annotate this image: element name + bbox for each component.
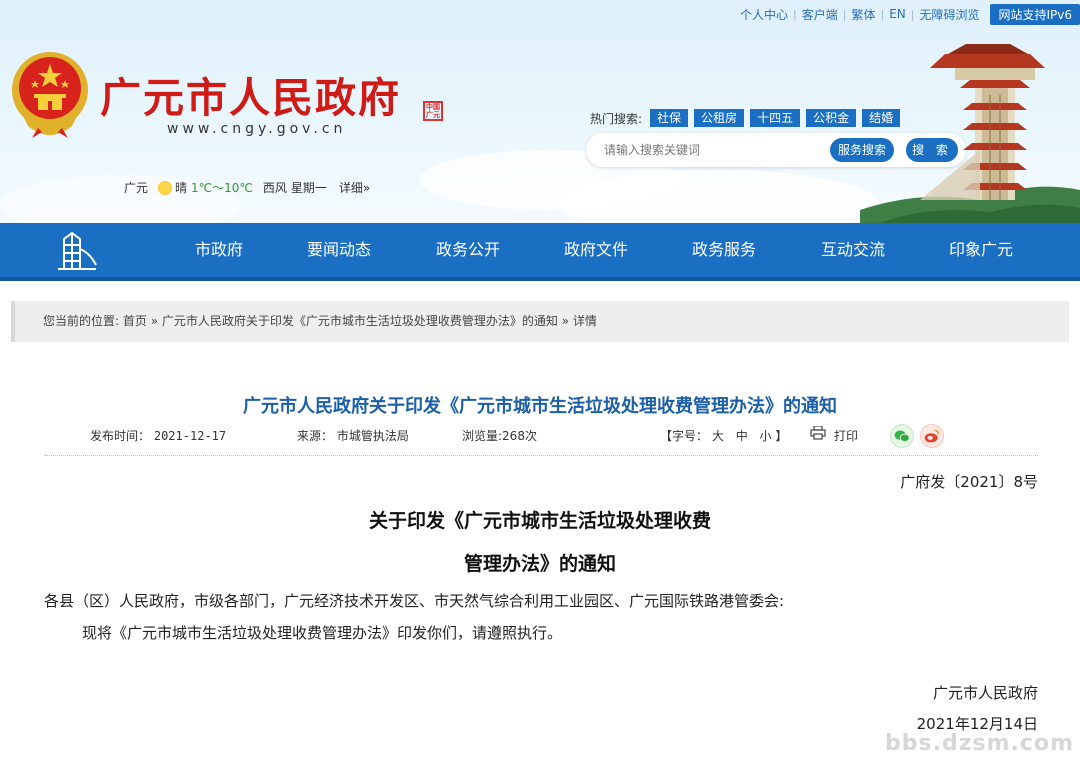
document-heading-line1: 关于印发《广元市城市生活垃圾处理收费	[368, 510, 711, 532]
hot-search-label: 热门搜索:	[590, 111, 643, 126]
nav-item-government-affairs[interactable]: 政务公开	[436, 223, 500, 277]
views-count: 268次	[502, 429, 537, 443]
watermark: bbs.dzsm.com	[885, 731, 1074, 756]
site-header: 个人中心 | 客户端 | 繁体 | EN | 无障碍浏览 网站支持IPv6 广元…	[0, 0, 1080, 223]
client-link[interactable]: 客户端	[797, 6, 843, 23]
traditional-chinese-link[interactable]: 繁体	[846, 6, 880, 23]
source-info: 来源： 市城管执法局	[297, 427, 409, 444]
hot-tag-14th-plan[interactable]: 十四五	[750, 109, 801, 127]
hot-search: 热门搜索: 社保 公租房 十四五 公积金 结婚	[590, 109, 906, 127]
nav-item-government-services[interactable]: 政务服务	[692, 223, 756, 277]
source-value: 市城管执法局	[336, 429, 409, 443]
printer-icon[interactable]	[810, 426, 826, 440]
weather-widget: 广元 晴 1℃～10℃ 西风 星期一 详细»	[124, 179, 370, 196]
print-link[interactable]: 打印	[834, 427, 858, 444]
site-title: 广元市人民政府	[100, 74, 401, 122]
nav-item-municipal-government[interactable]: 市政府	[195, 223, 243, 277]
wechat-share-icon[interactable]	[890, 424, 914, 448]
national-emblem-icon	[12, 52, 88, 138]
font-size-switcher: 【字号： 大 中 小 】	[660, 427, 787, 444]
search-input[interactable]	[604, 143, 824, 157]
tower-illustration	[860, 44, 1080, 223]
nav-item-interaction[interactable]: 互动交流	[821, 223, 885, 277]
views-label: 浏览量:	[462, 429, 503, 443]
weather-temperature: 1℃～10℃	[191, 181, 253, 195]
nav-item-government-documents[interactable]: 政府文件	[564, 223, 628, 277]
weather-weekday: 星期一	[290, 181, 327, 195]
source-label: 来源：	[297, 429, 334, 443]
seal-stamp: 中国 广元	[423, 101, 443, 121]
publish-date: 2021-12-17	[153, 429, 227, 443]
document-salutation: 各县（区）人民政府，市级各部门，广元经济技术开发区、市天然气综合利用工业园区、广…	[44, 592, 785, 610]
document-heading-line2: 管理办法》的通知	[463, 553, 616, 575]
views-info: 浏览量:268次	[462, 427, 537, 444]
font-size-small[interactable]: 小	[760, 429, 772, 443]
document-body: 现将《广元市城市生活垃圾处理收费管理办法》印发你们，请遵照执行。	[82, 624, 563, 642]
personal-center-link[interactable]: 个人中心	[735, 6, 793, 23]
weather-detail-link[interactable]: 详细»	[339, 179, 370, 196]
weather-wind: 西风	[262, 181, 287, 195]
font-size-medium[interactable]: 中	[736, 429, 748, 443]
font-size-large[interactable]: 大	[712, 429, 724, 443]
document-signer: 广元市人民政府	[932, 684, 1038, 702]
breadcrumb-separator: »	[561, 314, 570, 328]
hot-tag-housing-fund[interactable]: 公积金	[806, 109, 857, 127]
site-url: www.cngy.gov.cn	[167, 121, 347, 137]
article-title: 广元市人民政府关于印发《广元市城市生活垃圾处理收费管理办法》的通知	[243, 396, 837, 417]
weather-city: 广元	[124, 181, 149, 195]
publish-label: 发布时间：	[90, 429, 151, 443]
breadcrumb: 您当前的位置: 首页 » 广元市人民政府关于印发《广元市城市生活垃圾处理收费管理…	[11, 301, 1069, 342]
top-link-bar: 个人中心 | 客户端 | 繁体 | EN | 无障碍浏览 网站支持IPv6	[735, 3, 1080, 25]
main-nav: 市政府 要闻动态 政务公开 政府文件 政务服务 互动交流 印象广元	[0, 223, 1080, 281]
accessibility-link[interactable]: 无障碍浏览	[914, 6, 984, 23]
hot-tag-public-housing[interactable]: 公租房	[694, 109, 745, 127]
sun-icon	[158, 180, 173, 195]
breadcrumb-prefix: 您当前的位置:	[43, 314, 120, 328]
english-link[interactable]: EN	[884, 7, 911, 21]
nav-item-impression-guangyuan[interactable]: 印象广元	[949, 223, 1013, 277]
ipv6-badge[interactable]: 网站支持IPv6	[990, 3, 1080, 25]
city-emblem-icon	[58, 231, 97, 270]
publish-info: 发布时间： 2021-12-17	[90, 427, 226, 444]
font-size-close: 】	[775, 429, 788, 443]
weibo-share-icon[interactable]	[920, 424, 944, 448]
breadcrumb-article[interactable]: 广元市人民政府关于印发《广元市城市生活垃圾处理收费管理办法》的通知	[162, 314, 558, 328]
hot-tag-social-security[interactable]: 社保	[650, 109, 689, 127]
document-number: 广府发〔2021〕8号	[900, 473, 1038, 491]
breadcrumb-current: 详情	[572, 314, 597, 328]
nav-item-news[interactable]: 要闻动态	[307, 223, 371, 277]
breadcrumb-separator: »	[150, 314, 159, 328]
weather-condition: 晴	[175, 181, 188, 195]
meta-divider	[44, 455, 1038, 456]
breadcrumb-home[interactable]: 首页	[123, 314, 147, 328]
font-size-label: 【字号：	[660, 429, 709, 443]
